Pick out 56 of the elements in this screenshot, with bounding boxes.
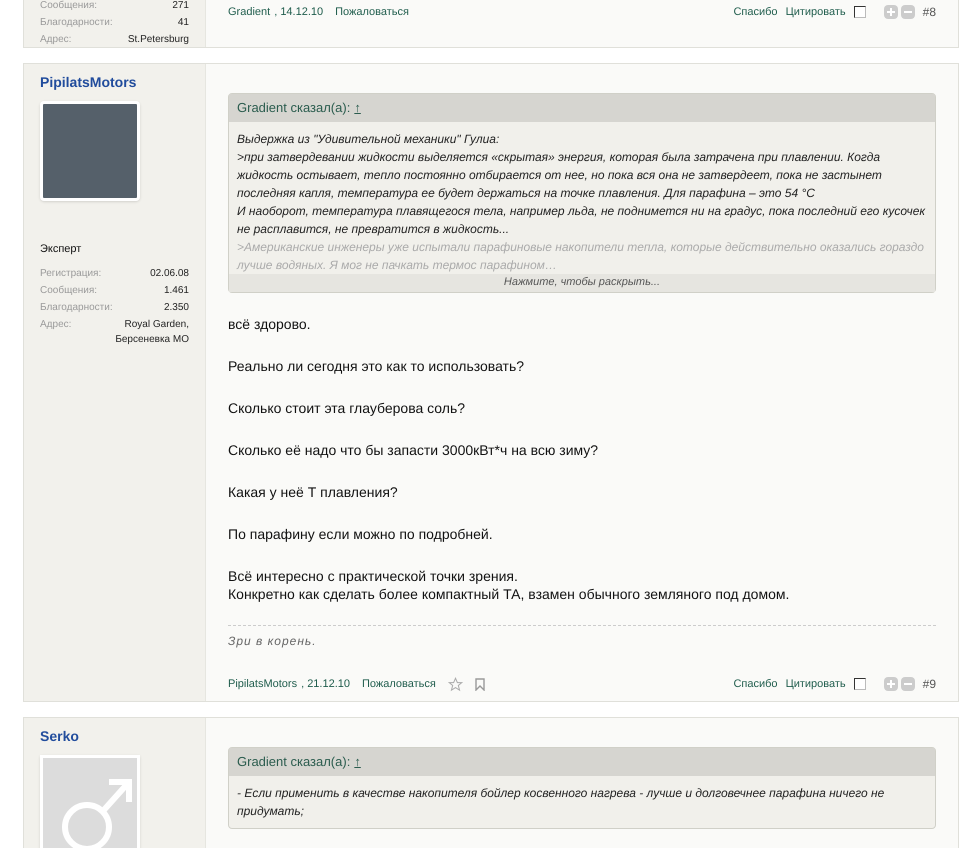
report-link[interactable]: Пожаловаться bbox=[335, 4, 409, 20]
quote-link[interactable]: Цитировать bbox=[786, 676, 846, 692]
stat-value: St.Petersburg bbox=[128, 33, 189, 47]
thanks-link[interactable]: Спасибо bbox=[733, 676, 778, 692]
stat-label: Сообщения: bbox=[40, 0, 98, 13]
jump-link[interactable]: ↑ bbox=[354, 98, 361, 118]
quote-text: >Американские инженеры уже испытали парафиновые накопители тепла, которые действительно оказались гораздо лучше водяных. Я мог не пачкать термос парафином… bbox=[237, 238, 925, 274]
quote-text: И наоборот, температура плавящегося тела, например льда, не поднимется ни на градус, пока последний его кусочек не расплавится, не превратится в жидкость... bbox=[237, 202, 926, 238]
post-text: Сколько стоит эта глауберова соль? bbox=[228, 399, 466, 417]
stat-label: Регистрация: bbox=[40, 266, 102, 280]
select-checkbox[interactable] bbox=[854, 678, 866, 690]
stat-value: 02.06.08 bbox=[150, 266, 189, 280]
select-checkbox[interactable] bbox=[854, 6, 866, 18]
quote-header: Gradient сказал(а): bbox=[237, 99, 350, 117]
post-number[interactable]: #8 bbox=[922, 3, 936, 21]
quote-text: Выдержка из "Удивительной механики" Гулиа: bbox=[237, 130, 500, 148]
stat-value: 41 bbox=[178, 16, 189, 30]
stat-label: Благодарности: bbox=[40, 300, 113, 314]
minus-icon[interactable] bbox=[900, 677, 915, 691]
stat-label: Адрес: bbox=[40, 33, 72, 47]
quote-text: - Если применить в качестве накопителя бойлер косвенного нагрева - лучше и долговечнее парафина ничего не придумать; bbox=[237, 784, 886, 820]
plus-icon[interactable] bbox=[884, 5, 898, 19]
stat-value: 271 bbox=[172, 0, 189, 13]
stat-label: Сообщения: bbox=[40, 284, 98, 298]
stat-label: Адрес: bbox=[40, 318, 72, 332]
minus-icon[interactable] bbox=[900, 5, 915, 19]
post-text: По парафину если можно по подробней. bbox=[228, 525, 494, 543]
post-number[interactable]: #9 bbox=[922, 675, 936, 693]
thanks-link[interactable]: Спасибо bbox=[733, 4, 778, 20]
stat-value: Royal Garden, Берсеневка МО bbox=[114, 318, 189, 346]
author-link[interactable]: Gradient bbox=[228, 4, 270, 20]
user-rank: Эксперт bbox=[40, 242, 82, 257]
stat-label: Благодарности: bbox=[40, 16, 113, 30]
post-text: Какая у неё Т плавления? bbox=[228, 483, 399, 501]
stat-value: 1.461 bbox=[164, 284, 189, 298]
quote-text: >при затвердевании жидкости выделяется «скрытая» энергия, которая была затрачена при плавлении. Когда жидкость остывает, тепло постоянно отбирается от нее, но пока вся она не затвердеет, пока не застынет последняя капля, температура ее будет держаться на точке плавления. Для парафина – это 54 °C bbox=[237, 148, 883, 202]
username[interactable]: Serko bbox=[40, 726, 189, 747]
post-date: , 21.12.10 bbox=[301, 676, 350, 692]
post-text: Сколько её надо что бы запасти 3000кВт*ч на всю зиму? bbox=[228, 441, 600, 459]
bookmark-icon[interactable] bbox=[474, 678, 485, 690]
quote-link[interactable]: Цитировать bbox=[786, 4, 846, 20]
report-link[interactable]: Пожаловаться bbox=[362, 676, 436, 692]
star-icon[interactable] bbox=[448, 676, 463, 692]
post-text: Реально ли сегодня это как то использовать? bbox=[228, 357, 526, 375]
username[interactable]: PipilatsMotors bbox=[40, 72, 189, 93]
signature-text: Зри в корень. bbox=[228, 633, 318, 650]
post-text: Всё интересно с практической точки зрения. bbox=[228, 567, 519, 585]
post-text: всё здорово. bbox=[228, 315, 312, 333]
jump-link[interactable]: ↑ bbox=[354, 752, 361, 772]
post-text: Конкретно как сделать более компактный ТА, взамен обычного земляного под домом. bbox=[228, 585, 790, 603]
stat-value: 2.350 bbox=[164, 300, 189, 314]
author-link[interactable]: PipilatsMotors bbox=[228, 676, 298, 692]
plus-icon[interactable] bbox=[884, 677, 898, 691]
expand-link[interactable]: Нажмите, чтобы раскрыть... bbox=[504, 274, 660, 290]
post-date: , 14.12.10 bbox=[274, 4, 324, 20]
quote-header: Gradient сказал(а): bbox=[237, 753, 350, 771]
